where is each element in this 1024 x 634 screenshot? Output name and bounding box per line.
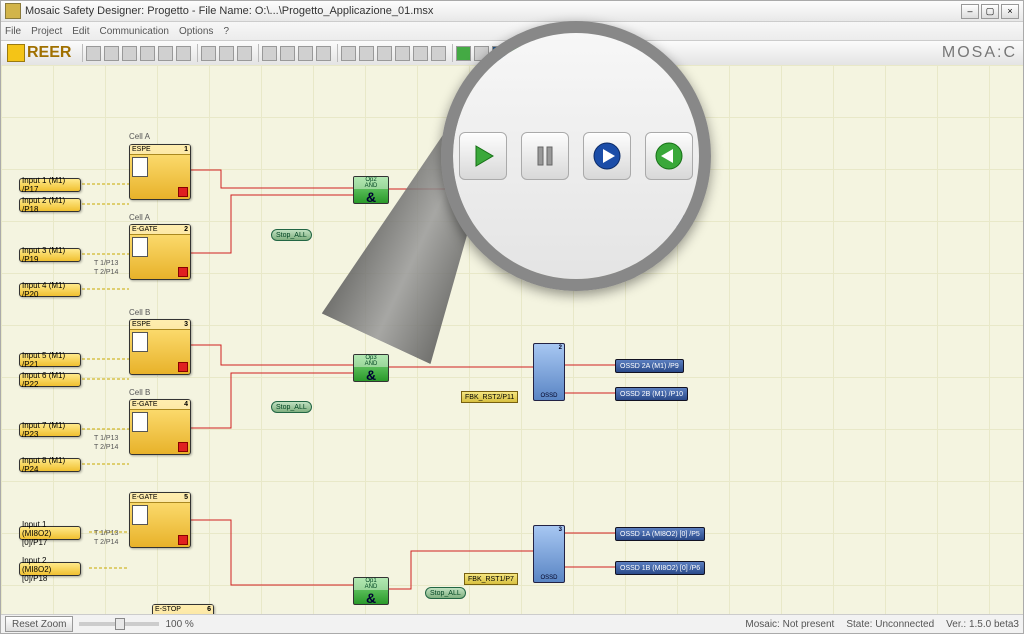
menu-file[interactable]: File — [5, 26, 21, 37]
tool-icon[interactable] — [395, 46, 410, 61]
reset-zoom-button[interactable]: Reset Zoom — [5, 616, 73, 632]
tool-icon[interactable] — [140, 46, 155, 61]
logo-mosaic: MOSA:C — [942, 44, 1017, 62]
tool-icon[interactable] — [413, 46, 428, 61]
input-i6[interactable]: Input 6 (M1) /P22 — [19, 373, 81, 387]
diagram-canvas[interactable]: Cell A Cell A Cell B Cell B T 1/P13 T 2/… — [1, 65, 1023, 615]
stop-pill[interactable]: Stop_ALL — [271, 229, 312, 241]
tool-icon[interactable] — [176, 46, 191, 61]
run-icon[interactable] — [492, 46, 507, 61]
tool-icon[interactable] — [431, 46, 446, 61]
ossd-block-3[interactable]: 3OSSD — [533, 525, 565, 583]
input-i8[interactable]: Input 8 (M1) /P24 — [19, 458, 81, 472]
tool-icon[interactable] — [316, 46, 331, 61]
tool-icon[interactable] — [158, 46, 173, 61]
maximize-button[interactable]: ▢ — [981, 4, 999, 19]
t-label: T 1/P13 — [94, 530, 118, 537]
output-pill[interactable]: OSSD 1A (M1) /P5 — [615, 185, 684, 199]
menu-project[interactable]: Project — [31, 26, 62, 37]
output-pill[interactable]: OSSD 1B (M1) /P6 — [615, 213, 684, 227]
back-icon[interactable] — [510, 46, 525, 61]
tool-icon[interactable] — [237, 46, 252, 61]
menu-communication[interactable]: Communication — [99, 26, 168, 37]
input-i10[interactable]: Input 2 (MI8O2) [0]/P18 — [19, 562, 81, 576]
t-label: T 2/P14 — [94, 539, 118, 546]
t-label: T 2/P14 — [94, 269, 118, 276]
status-mosaic: Mosaic: Not present — [745, 619, 834, 630]
tool-icon[interactable] — [280, 46, 295, 61]
tool-icon[interactable] — [122, 46, 137, 61]
function-block-4[interactable]: E-GATE4 — [129, 399, 191, 455]
menu-bar: File Project Edit Communication Options … — [1, 22, 1023, 41]
input-i9[interactable]: Input 1 (MI8O2) [0]/P17 — [19, 526, 81, 540]
and-block[interactable]: Op2AND& — [353, 176, 389, 204]
and-block[interactable]: Op1AND& — [353, 577, 389, 605]
cell-label: Cell B — [129, 388, 150, 397]
menu-help[interactable]: ? — [223, 26, 229, 37]
tool-icon[interactable] — [201, 46, 216, 61]
t-label: T 1/P13 — [94, 260, 118, 267]
menu-options[interactable]: Options — [179, 26, 213, 37]
ossd-block-2[interactable]: 2OSSD — [533, 343, 565, 401]
and-block[interactable]: Op3AND& — [353, 354, 389, 382]
status-version: Ver.: 1.5.0 beta3 — [946, 619, 1019, 630]
tool-icon[interactable] — [262, 46, 277, 61]
close-button[interactable]: × — [1001, 4, 1019, 19]
output-pill[interactable]: OSSD 2A (M1) /P9 — [615, 359, 684, 373]
cell-label: Cell A — [129, 213, 150, 222]
cell-label: Cell B — [129, 308, 150, 317]
output-pill[interactable]: OSSD 2B (M1) /P10 — [615, 387, 688, 401]
play-icon[interactable] — [456, 46, 471, 61]
tool-icon[interactable] — [341, 46, 356, 61]
menu-edit[interactable]: Edit — [72, 26, 89, 37]
pause-icon[interactable] — [474, 46, 489, 61]
tool-icon[interactable] — [298, 46, 313, 61]
function-block-1[interactable]: ESPE1 — [129, 144, 191, 200]
function-block-2[interactable]: E-GATE2 — [129, 224, 191, 280]
status-state: State: Unconnected — [846, 619, 934, 630]
input-i1[interactable]: Input 1 (M1) /P17 — [19, 178, 81, 192]
t-label: T 2/P14 — [94, 444, 118, 451]
status-bar: Reset Zoom 100 % Mosaic: Not present Sta… — [1, 614, 1023, 633]
input-i7[interactable]: Input 7 (M1) /P23 — [19, 423, 81, 437]
title-bar: Mosaic Safety Designer: Progetto - File … — [1, 1, 1023, 22]
output-pill[interactable]: OSSD 1B (MI8O2) [0] /P6 — [615, 561, 705, 575]
minimize-button[interactable]: – — [961, 4, 979, 19]
output-pill[interactable]: OSSD 1A (MI8O2) [0] /P5 — [615, 527, 705, 541]
tool-icon[interactable] — [377, 46, 392, 61]
tool-icon[interactable] — [86, 46, 101, 61]
function-block-3[interactable]: ESPE3 — [129, 319, 191, 375]
app-icon — [5, 3, 21, 19]
tool-icon[interactable] — [359, 46, 374, 61]
zoom-value: 100 % — [165, 619, 193, 630]
cell-label: Cell A — [129, 132, 150, 141]
function-block-5[interactable]: E-GATE5 — [129, 492, 191, 548]
t-label: T 1/P13 — [94, 435, 118, 442]
zoom-slider[interactable] — [79, 622, 159, 626]
tool-icon[interactable] — [104, 46, 119, 61]
tool-icon[interactable] — [219, 46, 234, 61]
input-i2[interactable]: Input 2 (M1) /P18 — [19, 198, 81, 212]
stop-pill[interactable]: Stop_ALL — [425, 587, 466, 599]
logo-reer: REER — [7, 44, 71, 62]
fbk-pill[interactable]: FBK_RST2/P11 — [461, 391, 518, 403]
toolbar: REER MOSA:C — [1, 41, 1023, 66]
input-i3[interactable]: Input 3 (M1) /P19 — [19, 248, 81, 262]
fbk-pill[interactable]: FBK_RST1/P7 — [464, 573, 518, 585]
window-title: Mosaic Safety Designer: Progetto - File … — [25, 5, 961, 17]
ossd-block-1[interactable]: 1OSSD — [533, 163, 565, 221]
input-i4[interactable]: Input 4 (M1) /P20 — [19, 283, 81, 297]
stop-pill[interactable]: Stop_ALL — [271, 401, 312, 413]
input-i5[interactable]: Input 5 (M1) /P21 — [19, 353, 81, 367]
